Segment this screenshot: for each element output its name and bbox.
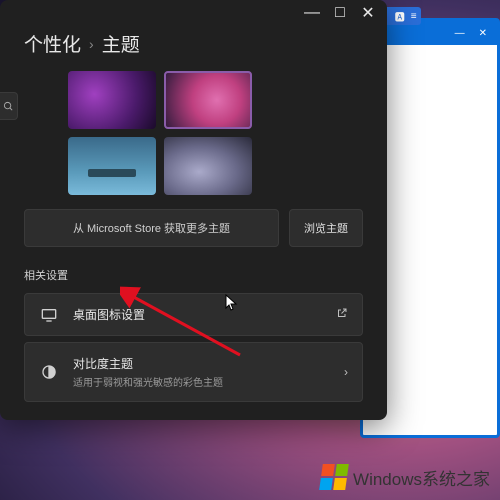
maximize-button[interactable]: □	[335, 8, 345, 18]
theme-tile-2[interactable]	[164, 71, 252, 129]
desktop-icon-settings-row[interactable]: 桌面图标设置	[24, 293, 363, 336]
store-row: 从 Microsoft Store 获取更多主题 浏览主题	[24, 209, 363, 247]
contrast-themes-label: 对比度主题	[73, 355, 344, 372]
theme-tile-1[interactable]	[68, 71, 156, 129]
desktop-icon-settings-label: 桌面图标设置	[73, 306, 336, 323]
get-help-row[interactable]: 获取帮助	[24, 408, 363, 420]
close-button[interactable]: ✕	[363, 8, 373, 18]
search-input[interactable]	[0, 92, 18, 120]
watermark: Windows系统之家	[321, 464, 490, 490]
minimize-button[interactable]: —	[307, 8, 317, 18]
bgwin-close-icon[interactable]: ✕	[479, 28, 487, 39]
breadcrumb-current: 主题	[102, 30, 140, 57]
chevron-right-icon: ›	[89, 36, 94, 52]
search-icon	[3, 101, 14, 112]
bgwin-min-icon[interactable]: —	[455, 28, 465, 39]
monitor-icon	[39, 308, 59, 322]
browse-themes-button[interactable]: 浏览主题	[289, 209, 363, 247]
related-settings-label: 相关设置	[24, 267, 363, 283]
external-link-icon	[336, 307, 348, 322]
store-text: 从 Microsoft Store 获取更多主题	[24, 209, 279, 247]
help-icon	[38, 420, 51, 421]
ime-mode-icon[interactable]: 🅰	[395, 9, 405, 24]
breadcrumb-parent[interactable]: 个性化	[24, 30, 81, 57]
titlebar: — □ ✕	[293, 0, 387, 26]
settings-window: — □ ✕ 个性化 › 主题 从 Microsoft Store 获取更多主题 …	[0, 0, 387, 420]
theme-grid	[68, 71, 363, 195]
contrast-icon	[39, 364, 59, 380]
chevron-right-icon: ›	[344, 365, 348, 379]
theme-tile-4[interactable]	[164, 137, 252, 195]
contrast-themes-row[interactable]: 对比度主题 适用于弱视和强光敏感的彩色主题 ›	[24, 342, 363, 402]
get-help-label: 获取帮助	[61, 418, 105, 420]
watermark-text: Windows系统之家	[353, 465, 490, 490]
theme-tile-3[interactable]	[68, 137, 156, 195]
ime-menu-icon[interactable]: ≡	[411, 11, 417, 22]
windows-logo-icon	[319, 464, 349, 490]
contrast-themes-subtitle: 适用于弱视和强光敏感的彩色主题	[73, 374, 344, 389]
